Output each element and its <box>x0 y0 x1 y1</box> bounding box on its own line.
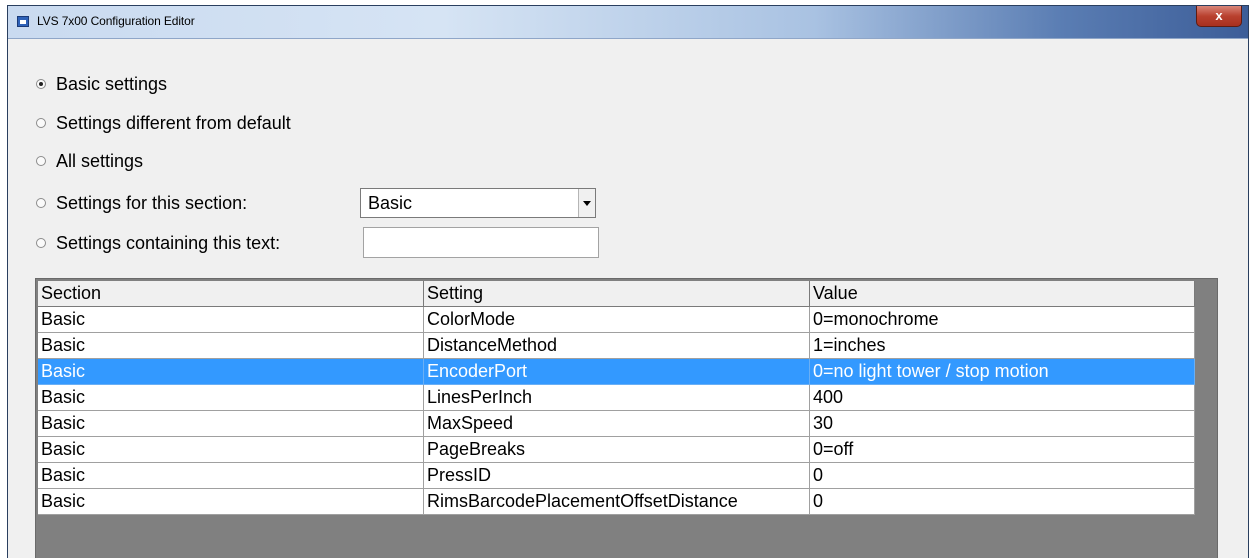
table-row[interactable]: Basic ColorMode 0=monochrome <box>38 307 1195 333</box>
radio-all-settings[interactable]: All settings <box>36 149 143 173</box>
radio-basic-settings[interactable]: Basic settings <box>36 72 167 96</box>
radio-different-from-default[interactable]: Settings different from default <box>36 111 291 135</box>
title-bar[interactable]: LVS 7x00 Configuration Editor x <box>8 6 1248 39</box>
radio-label: Settings containing this text: <box>56 232 281 253</box>
cell-setting: LinesPerInch <box>424 385 810 411</box>
column-header-value[interactable]: Value <box>810 281 1195 307</box>
cell-value: 0=off <box>810 437 1195 463</box>
radio-icon[interactable] <box>36 238 46 248</box>
cell-value: 1=inches <box>810 333 1195 359</box>
cell-setting: MaxSpeed <box>424 411 810 437</box>
radio-label: All settings <box>56 150 144 171</box>
cell-setting: RimsBarcodePlacementOffsetDistance <box>424 489 810 515</box>
radio-text-search[interactable]: Settings containing this text: <box>36 231 280 255</box>
cell-value: 400 <box>810 385 1195 411</box>
cell-setting: ColorMode <box>424 307 810 333</box>
cell-setting: PressID <box>424 463 810 489</box>
chevron-down-icon[interactable] <box>578 189 595 217</box>
radio-icon[interactable] <box>36 156 46 166</box>
table-row-selected[interactable]: Basic EncoderPort 0=no light tower / sto… <box>38 359 1195 385</box>
radio-label: Settings different from default <box>56 112 291 133</box>
cell-section: Basic <box>38 359 424 385</box>
table-row[interactable]: Basic PageBreaks 0=off <box>38 437 1195 463</box>
config-editor-window: LVS 7x00 Configuration Editor x Basic se… <box>7 5 1249 558</box>
cell-section: Basic <box>38 489 424 515</box>
close-button[interactable]: x <box>1196 6 1242 27</box>
table-row[interactable]: Basic LinesPerInch 400 <box>38 385 1195 411</box>
cell-value: 30 <box>810 411 1195 437</box>
table-row[interactable]: Basic PressID 0 <box>38 463 1195 489</box>
radio-icon[interactable] <box>36 118 46 128</box>
cell-section: Basic <box>38 385 424 411</box>
client-area: Basic settings Settings different from d… <box>8 39 1248 558</box>
cell-value: 0 <box>810 463 1195 489</box>
radio-label: Settings for this section: <box>56 192 248 213</box>
column-header-setting[interactable]: Setting <box>424 281 810 307</box>
table-row[interactable]: Basic RimsBarcodePlacementOffsetDistance… <box>38 489 1195 515</box>
table-row[interactable]: Basic DistanceMethod 1=inches <box>38 333 1195 359</box>
cell-setting: PageBreaks <box>424 437 810 463</box>
radio-icon[interactable] <box>36 198 46 208</box>
cell-setting: EncoderPort <box>424 359 810 385</box>
radio-label: Basic settings <box>56 73 168 94</box>
cell-value: 0=no light tower / stop motion <box>810 359 1195 385</box>
section-select-value: Basic <box>368 193 413 213</box>
column-header-section[interactable]: Section <box>38 281 424 307</box>
radio-section-settings[interactable]: Settings for this section: <box>36 191 247 215</box>
search-text-input[interactable] <box>363 227 599 258</box>
cell-section: Basic <box>38 333 424 359</box>
radio-icon[interactable] <box>36 79 46 89</box>
cell-section: Basic <box>38 463 424 489</box>
window-title: LVS 7x00 Configuration Editor <box>37 14 195 28</box>
cell-section: Basic <box>38 437 424 463</box>
section-select[interactable]: Basic <box>360 188 596 218</box>
grid-header: Section Setting Value <box>38 281 1195 307</box>
cell-section: Basic <box>38 411 424 437</box>
cell-setting: DistanceMethod <box>424 333 810 359</box>
app-icon <box>17 16 29 27</box>
settings-grid: Section Setting Value Basic ColorMode 0=… <box>35 278 1218 558</box>
cell-value: 0=monochrome <box>810 307 1195 333</box>
cell-section: Basic <box>38 307 424 333</box>
cell-value: 0 <box>810 489 1195 515</box>
table-row[interactable]: Basic MaxSpeed 30 <box>38 411 1195 437</box>
